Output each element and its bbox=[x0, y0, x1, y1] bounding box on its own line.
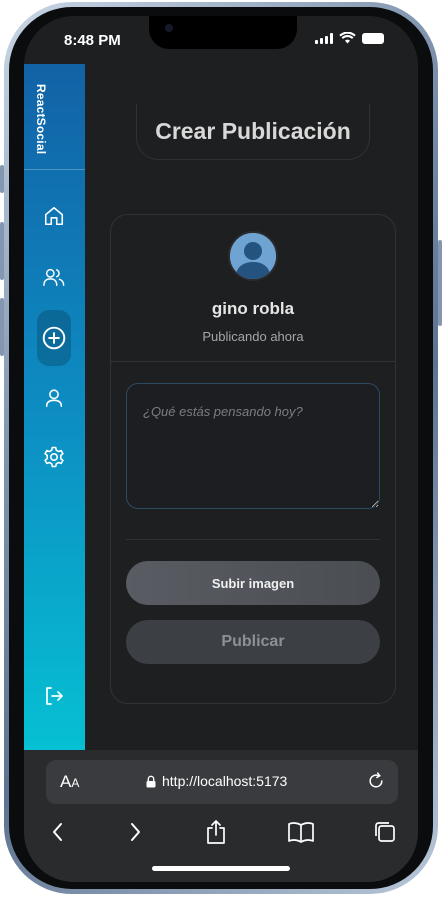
forward-button[interactable] bbox=[121, 818, 149, 846]
bookmarks-button[interactable] bbox=[287, 818, 315, 846]
create-post-card: gino robla Publicando ahora Subir imagen… bbox=[110, 214, 396, 704]
publish-button[interactable]: Publicar bbox=[126, 620, 380, 664]
sidebar-item-settings[interactable] bbox=[38, 441, 70, 473]
book-icon bbox=[288, 822, 314, 843]
home-icon bbox=[44, 206, 64, 226]
main-content: Crear Publicación gino robla Publicando … bbox=[85, 64, 418, 750]
volume-up-button bbox=[0, 222, 4, 280]
status-bar: 8:48 PM bbox=[24, 16, 418, 64]
page-header: Crear Publicación bbox=[136, 104, 370, 160]
sidebar-item-create-post[interactable] bbox=[37, 310, 71, 366]
tabs-icon bbox=[375, 822, 395, 842]
page-title: Crear Publicación bbox=[155, 118, 351, 144]
notch bbox=[149, 16, 297, 49]
reload-icon bbox=[369, 772, 383, 788]
user-name: gino robla bbox=[211, 299, 295, 318]
browser-chrome: AA http://localhost:5173 bbox=[24, 750, 418, 882]
volume-down-button bbox=[0, 298, 4, 356]
gear-icon bbox=[44, 446, 64, 468]
users-icon bbox=[43, 268, 65, 286]
chevron-right-icon bbox=[131, 823, 140, 841]
status-time: 8:48 PM bbox=[64, 32, 121, 49]
sidebar-item-profile[interactable] bbox=[38, 382, 70, 414]
silent-switch bbox=[0, 165, 4, 193]
sidebar-divider bbox=[24, 169, 85, 170]
card-divider bbox=[111, 361, 395, 362]
share-icon bbox=[207, 820, 225, 844]
wifi-icon bbox=[339, 32, 356, 44]
post-status-text: Publicando ahora bbox=[202, 329, 304, 344]
lock-icon bbox=[146, 775, 156, 787]
logout-icon bbox=[46, 687, 63, 705]
sidebar-item-home[interactable] bbox=[38, 200, 70, 232]
plus-circle-icon bbox=[42, 326, 66, 350]
brand-logo: ReactSocial bbox=[34, 84, 48, 155]
default-avatar-icon bbox=[230, 233, 276, 279]
home-indicator bbox=[152, 866, 290, 871]
upload-image-button[interactable]: Subir imagen bbox=[126, 561, 380, 605]
avatar bbox=[228, 231, 278, 281]
share-button[interactable] bbox=[202, 818, 230, 846]
url-display[interactable]: http://localhost:5173 bbox=[146, 773, 287, 789]
sidebar: ReactSocial bbox=[24, 64, 85, 750]
power-button bbox=[438, 240, 442, 326]
chevron-left-icon bbox=[53, 823, 62, 841]
input-divider bbox=[126, 539, 380, 540]
sidebar-item-friends[interactable] bbox=[38, 261, 70, 293]
signal-icon bbox=[315, 32, 333, 44]
user-icon bbox=[45, 389, 63, 408]
tabs-button[interactable] bbox=[371, 818, 399, 846]
text-size-button[interactable]: AA bbox=[60, 772, 79, 792]
address-bar[interactable]: AA http://localhost:5173 bbox=[46, 760, 398, 804]
sidebar-item-logout[interactable] bbox=[38, 680, 70, 712]
screen: 8:48 PM ReactSocial Crear Publicación gi… bbox=[24, 16, 418, 882]
post-textarea[interactable] bbox=[126, 383, 380, 509]
status-icons bbox=[315, 32, 384, 44]
reload-button[interactable] bbox=[366, 771, 386, 796]
front-camera bbox=[165, 24, 173, 32]
back-button[interactable] bbox=[44, 818, 72, 846]
battery-icon bbox=[362, 32, 384, 44]
url-text: http://localhost:5173 bbox=[162, 773, 288, 789]
